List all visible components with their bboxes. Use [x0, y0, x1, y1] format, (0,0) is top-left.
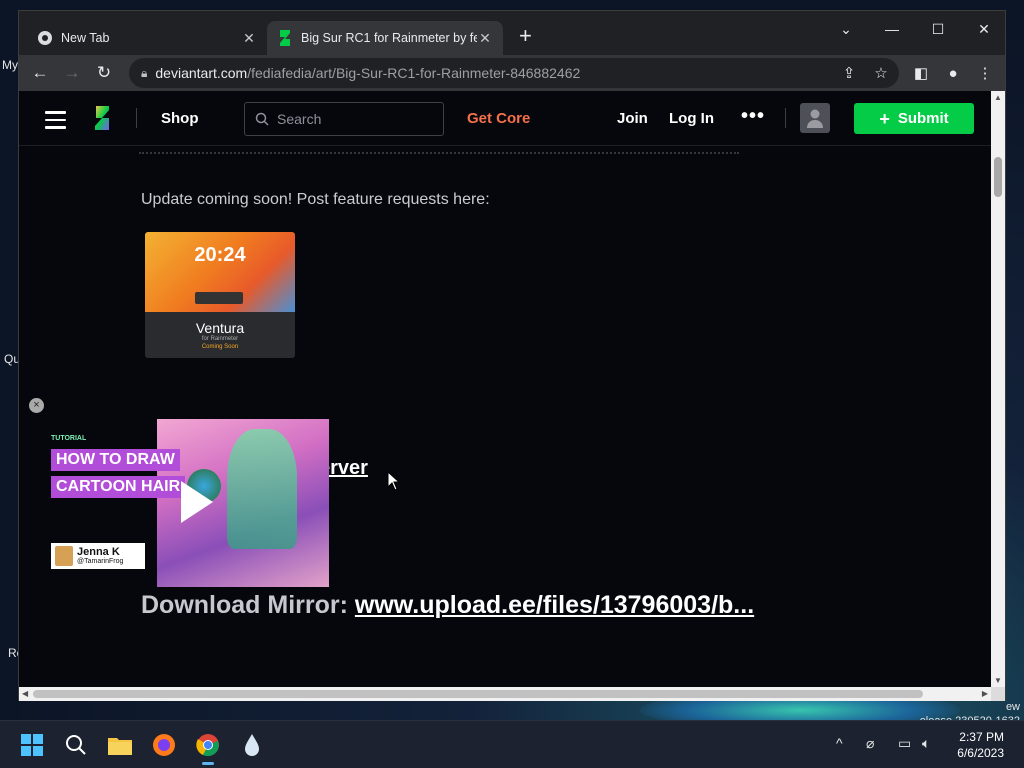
tab-new-tab[interactable]: New Tab ✕ [27, 21, 267, 55]
close-window-button[interactable]: ✕ [961, 15, 1007, 43]
header-divider [136, 108, 137, 128]
user-avatar-icon[interactable] [800, 103, 830, 133]
maximize-button[interactable]: ☐ [915, 15, 961, 43]
search-taskbar-icon[interactable] [62, 731, 90, 759]
deviantart-favicon-icon [277, 30, 293, 46]
thumbnail-sub: for Rainmeter [201, 336, 239, 342]
time: 2:37 PM [959, 730, 1004, 744]
back-button[interactable]: ← [27, 60, 53, 86]
ad-author: Jenna K @TamarinFrog [51, 543, 145, 569]
submit-button[interactable]: + Submit [854, 103, 974, 134]
reload-button[interactable]: ↻ [91, 60, 117, 86]
horizontal-scrollbar[interactable]: ◀ ▶ [19, 687, 991, 701]
address-bar[interactable]: 🔒︎ deviantart.com /fediafedia/art/Big-Su… [129, 58, 899, 88]
scroll-right-arrow-icon[interactable]: ▶ [982, 687, 988, 701]
vertical-scrollbar[interactable]: ▲ ▼ [991, 91, 1005, 687]
desktop-icon-label[interactable]: My [2, 58, 18, 72]
side-panel-icon[interactable]: ◧ [908, 60, 934, 86]
date: 6/6/2023 [957, 746, 1004, 760]
plus-icon: + [879, 108, 890, 129]
video-ad[interactable]: TUTORIAL HOW TO DRAW CARTOON HAIR Jenna … [47, 419, 329, 587]
thumbnail-clock: 20:24 [194, 244, 246, 266]
chrome-icon [37, 30, 53, 46]
new-tab-button[interactable]: + [519, 25, 532, 47]
download-label: Download Mirror: [141, 591, 348, 619]
author-handle: @TamarinFrog [77, 557, 124, 565]
build-line: ew [1005, 701, 1020, 713]
play-icon[interactable] [181, 481, 213, 523]
close-tab-icon[interactable]: ✕ [477, 30, 493, 47]
url-host: deviantart.com [155, 65, 248, 81]
url-path: /fediafedia/art/Big-Sur-RC1-for-Rainmete… [247, 65, 581, 81]
author-avatar [55, 546, 73, 566]
scroll-left-arrow-icon[interactable]: ◀ [22, 687, 28, 701]
tab-title: New Tab [61, 31, 110, 45]
login-link[interactable]: Log In [669, 110, 714, 127]
bookmark-star-icon[interactable]: ☆ [868, 60, 894, 86]
scroll-down-arrow-icon[interactable]: ▼ [991, 676, 1005, 685]
scroll-up-arrow-icon[interactable]: ▲ [991, 93, 1005, 102]
tab-title: Big Sur RC1 for Rainmeter by fediafedia [301, 31, 477, 45]
submit-label: Submit [897, 110, 949, 127]
volume-icon[interactable]: 🔈︎ [922, 735, 930, 752]
search-input[interactable] [277, 111, 427, 127]
chrome-taskbar-icon[interactable] [194, 731, 222, 765]
header-divider [785, 108, 786, 128]
clipped-content [139, 148, 739, 154]
forward-button[interactable]: → [59, 60, 85, 86]
search-icon [255, 112, 269, 126]
network-disconnected-icon[interactable]: ⌀ [866, 735, 874, 752]
ventura-thumbnail[interactable]: 20:24 Ventura for Rainmeter Coming Soon [145, 232, 295, 358]
more-options-icon[interactable]: ••• [741, 105, 765, 128]
browser-toolbar: ← → ↻ 🔒︎ deviantart.com /fediafedia/art/… [19, 55, 1005, 91]
profile-icon[interactable]: ● [940, 60, 966, 86]
tab-search-icon[interactable]: ⌄ [823, 15, 869, 43]
search-box[interactable] [244, 102, 444, 136]
ad-tag: TUTORIAL [51, 435, 87, 442]
horizontal-scroll-thumb[interactable] [33, 690, 923, 698]
download-mirror-link[interactable]: www.upload.ee/files/13796003/b... [355, 591, 754, 619]
vertical-scroll-thumb[interactable] [994, 157, 1002, 197]
windows-start-icon[interactable] [18, 731, 46, 759]
download-mirror: Download Mirror: www.upload.ee/files/137… [141, 591, 754, 620]
thumbnail-dock [195, 292, 243, 304]
taskbar: ^ ⌀ ▭ 🔈︎ 2:37 PM 6/6/2023 [0, 720, 1024, 768]
file-explorer-icon[interactable] [106, 731, 134, 759]
join-link[interactable]: Join [617, 110, 648, 127]
share-icon[interactable]: ⇪ [836, 60, 862, 86]
show-hidden-icons-chevron-icon[interactable]: ^ [836, 735, 843, 751]
taskbar-clock[interactable]: 2:37 PM 6/6/2023 [957, 729, 1004, 761]
lock-icon[interactable]: 🔒︎ [141, 66, 147, 81]
scrollbar-corner [991, 687, 1005, 701]
get-core-link[interactable]: Get Core [467, 110, 530, 127]
shop-link[interactable]: Shop [161, 110, 199, 127]
menu-kebab-icon[interactable]: ⋮ [972, 60, 998, 86]
ad-close-icon[interactable]: × [29, 398, 44, 413]
character-illustration [227, 429, 297, 549]
thumbnail-name: Ventura [195, 320, 245, 336]
tab-deviantart[interactable]: Big Sur RC1 for Rainmeter by fediafedia … [267, 21, 503, 55]
hamburger-menu-icon[interactable] [45, 111, 66, 134]
mouse-cursor-icon [387, 471, 401, 491]
rainmeter-icon[interactable] [238, 731, 266, 759]
update-text: Update coming soon! Post feature request… [141, 191, 490, 208]
thumbnail-soon: Coming Soon [201, 344, 239, 350]
tab-strip: New Tab ✕ Big Sur RC1 for Rainmeter by f… [19, 11, 1005, 55]
web-page: Update coming soon! Post feature request… [19, 91, 991, 687]
close-tab-icon[interactable]: ✕ [241, 30, 257, 47]
author-name: Jenna K [77, 545, 120, 558]
minimize-button[interactable]: — [869, 15, 915, 43]
deviantart-logo-icon[interactable] [93, 106, 111, 135]
window-controls: ⌄ — ☐ ✕ [823, 15, 1007, 43]
ad-title-line2: CARTOON HAIR [51, 476, 186, 498]
ad-title-line1: HOW TO DRAW [51, 449, 180, 471]
display-icon[interactable]: ▭ [898, 735, 911, 752]
firefox-icon[interactable] [150, 731, 178, 759]
browser-window: New Tab ✕ Big Sur RC1 for Rainmeter by f… [18, 10, 1006, 701]
deviantart-header: Shop Get Core Join Log In ••• + Submit [19, 91, 991, 146]
